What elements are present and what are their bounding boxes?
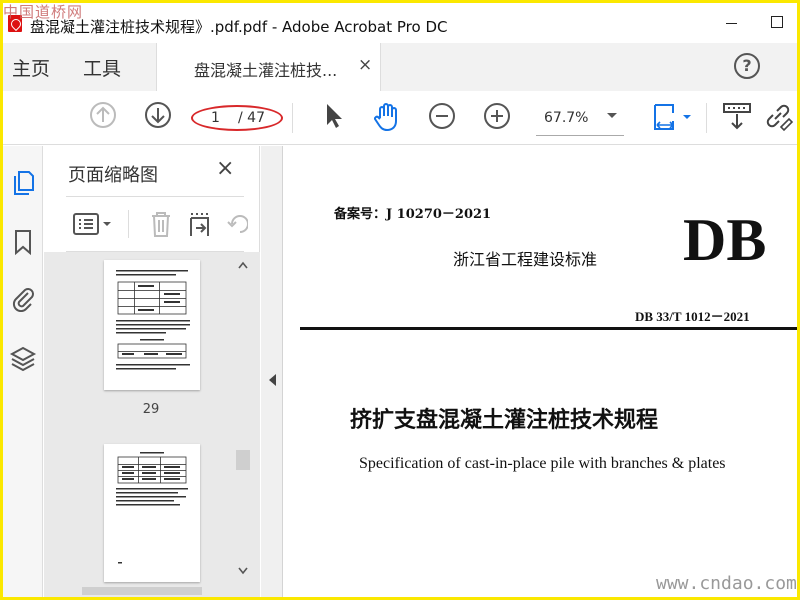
title-bar: 中国道桥网 盘混凝土灌注桩技术规程》.pdf.pdf - Adobe Acrob… xyxy=(3,3,797,43)
menu-tab-row: 主页 工具 盘混凝土灌注桩技... × ? xyxy=(3,43,797,91)
insert-page-icon[interactable] xyxy=(188,210,214,238)
fit-page-width-icon[interactable] xyxy=(651,101,695,133)
panel-collapse-bar[interactable] xyxy=(261,146,283,597)
document-title: 挤扩支盘混凝土灌注桩技术规程 xyxy=(349,407,658,433)
standard-type: 浙江省工程建设标准 xyxy=(453,250,598,269)
total-pages: / 47 xyxy=(238,110,265,126)
document-tab-label: 盘混凝土灌注桩技... xyxy=(194,61,338,80)
delete-page-icon[interactable] xyxy=(148,210,174,238)
thumbnail-page-number: 29 xyxy=(142,402,160,417)
scrollbar-thumb[interactable] xyxy=(236,450,250,470)
thumbnail-horizontal-scrollbar[interactable] xyxy=(62,587,252,595)
thumbnail-preview xyxy=(116,452,188,564)
collapse-arrow-icon[interactable] xyxy=(269,374,276,386)
zoom-field-underline xyxy=(536,135,624,136)
standard-code: DB 33/T 1012－2021 xyxy=(635,309,750,324)
help-icon[interactable]: ? xyxy=(734,53,760,79)
rotate-page-icon[interactable] xyxy=(226,212,248,236)
toolbar: 1 / 47 67.7% xyxy=(3,91,797,145)
scrollbar-thumb[interactable] xyxy=(82,587,202,595)
scroll-mode-icon[interactable] xyxy=(721,101,753,133)
db-mark: DB xyxy=(683,207,767,273)
toolbar-divider xyxy=(128,210,129,238)
maximize-button[interactable] xyxy=(771,16,783,28)
page-thumbnail[interactable] xyxy=(104,444,200,582)
close-tab-icon[interactable]: × xyxy=(358,55,372,75)
hand-tool-icon[interactable] xyxy=(371,101,403,133)
scroll-down-icon[interactable] xyxy=(237,566,249,576)
share-link-icon[interactable] xyxy=(763,101,795,133)
page-number-highlight xyxy=(191,105,283,131)
zoom-in-icon[interactable] xyxy=(482,101,512,131)
panel-toolbar xyxy=(44,204,260,244)
toolbar-divider xyxy=(292,103,293,133)
thumbnail-vertical-scrollbar[interactable] xyxy=(234,260,252,580)
menu-home[interactable]: 主页 xyxy=(12,54,50,81)
thumbnail-list: 29 xyxy=(44,252,260,597)
site-watermark: www.cndao.com xyxy=(656,573,797,594)
zoom-out-icon[interactable] xyxy=(427,101,457,131)
minimize-button[interactable] xyxy=(725,15,741,31)
record-number: 备案号：J 10270－2021 xyxy=(334,207,492,222)
select-cursor-icon[interactable] xyxy=(321,101,345,129)
zoom-level-select[interactable]: 67.7% xyxy=(544,110,588,126)
previous-page-icon[interactable] xyxy=(89,101,117,129)
current-page-input[interactable]: 1 xyxy=(211,110,220,126)
header-rule xyxy=(300,327,797,330)
panel-divider xyxy=(66,196,244,197)
scroll-up-icon[interactable] xyxy=(237,260,249,270)
menu-tools[interactable]: 工具 xyxy=(83,54,121,81)
left-navigation-rail xyxy=(3,146,43,597)
thumbnails-panel: 页面缩略图 × 29 xyxy=(44,146,260,597)
window-title: 盘混凝土灌注桩技术规程》.pdf.pdf - Adobe Acrobat Pro… xyxy=(30,18,448,36)
panel-title: 页面缩略图 xyxy=(68,165,158,186)
thumbnail-preview xyxy=(116,270,190,370)
close-panel-icon[interactable]: × xyxy=(216,156,234,181)
bookmark-icon[interactable] xyxy=(9,228,37,256)
attachment-icon[interactable] xyxy=(9,284,37,312)
page-thumbnails-icon[interactable] xyxy=(9,168,37,196)
document-tab[interactable]: 盘混凝土灌注桩技... × xyxy=(156,43,381,91)
toolbar-divider xyxy=(706,103,707,133)
thumbnail-options-icon[interactable] xyxy=(72,212,116,236)
chevron-down-icon[interactable] xyxy=(607,113,617,118)
next-page-icon[interactable] xyxy=(144,101,172,129)
layers-icon[interactable] xyxy=(9,344,37,372)
document-subtitle: Specification of cast-in-place pile with… xyxy=(359,455,726,472)
document-view[interactable]: 备案号：J 10270－2021 浙江省工程建设标准 DB DB 33/T 10… xyxy=(284,146,797,597)
acrobat-window: 中国道桥网 盘混凝土灌注桩技术规程》.pdf.pdf - Adobe Acrob… xyxy=(3,3,797,597)
page-thumbnail[interactable] xyxy=(104,260,200,390)
